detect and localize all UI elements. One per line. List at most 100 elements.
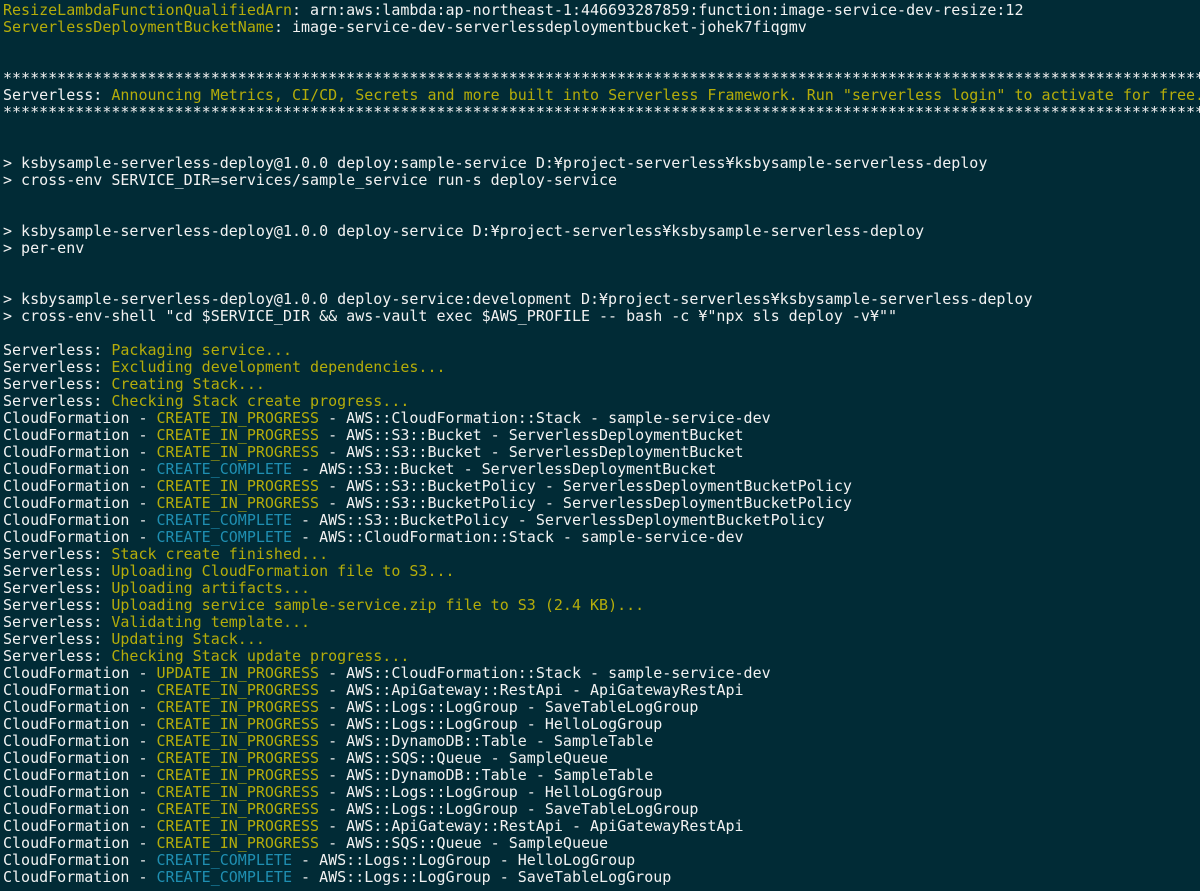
terminal-output[interactable]: ResizeLambdaFunctionQualifiedArn: arn:aw… bbox=[0, 0, 1200, 891]
terminal-text-segment: - AWS::ApiGateway::RestApi - ApiGatewayR… bbox=[319, 681, 744, 699]
terminal-text-segment: Excluding development dependencies... bbox=[111, 358, 446, 376]
terminal-line: CloudFormation - CREATE_COMPLETE - AWS::… bbox=[3, 869, 1200, 886]
terminal-line: Serverless: Excluding development depend… bbox=[3, 359, 1200, 376]
terminal-text-segment: CloudFormation - bbox=[3, 749, 157, 767]
terminal-text-segment: - AWS::S3::BucketPolicy - ServerlessDepl… bbox=[292, 511, 825, 529]
terminal-text-segment: - AWS::CloudFormation::Stack - sample-se… bbox=[319, 664, 771, 682]
terminal-text-segment: - AWS::CloudFormation::Stack - sample-se… bbox=[319, 409, 771, 427]
terminal-text-segment: - AWS::SQS::Queue - SampleQueue bbox=[319, 749, 609, 767]
terminal-text-segment: > per-env bbox=[3, 239, 85, 257]
terminal-text-segment: CloudFormation - bbox=[3, 698, 157, 716]
terminal-line: CloudFormation - CREATE_IN_PROGRESS - AW… bbox=[3, 699, 1200, 716]
terminal-line: CloudFormation - CREATE_COMPLETE - AWS::… bbox=[3, 461, 1200, 478]
terminal-line: Serverless: Checking Stack create progre… bbox=[3, 393, 1200, 410]
terminal-text-segment: CloudFormation - bbox=[3, 426, 157, 444]
terminal-line: > ksbysample-serverless-deploy@1.0.0 dep… bbox=[3, 223, 1200, 240]
terminal-text-segment: > ksbysample-serverless-deploy@1.0.0 dep… bbox=[3, 154, 988, 172]
terminal-text-segment: Validating template... bbox=[111, 613, 311, 631]
terminal-text-segment: Serverless: bbox=[3, 545, 112, 563]
terminal-line: CloudFormation - CREATE_IN_PROGRESS - AW… bbox=[3, 733, 1200, 750]
terminal-text-segment: CloudFormation - bbox=[3, 783, 157, 801]
terminal-line: Serverless: Announcing Metrics, CI/CD, S… bbox=[3, 87, 1200, 104]
terminal-text-segment: ****************************************… bbox=[3, 69, 1200, 87]
terminal-text-segment: Serverless: bbox=[3, 358, 112, 376]
terminal-line: CloudFormation - CREATE_IN_PROGRESS - AW… bbox=[3, 444, 1200, 461]
terminal-line: Serverless: Creating Stack... bbox=[3, 376, 1200, 393]
terminal-text-segment: CREATE_IN_PROGRESS bbox=[156, 494, 320, 512]
terminal-line: Serverless: Checking Stack update progre… bbox=[3, 648, 1200, 665]
terminal-text-segment: : image-service-dev-serverlessdeployment… bbox=[273, 18, 807, 36]
terminal-text-segment: CloudFormation - bbox=[3, 800, 157, 818]
terminal-line: CloudFormation - CREATE_IN_PROGRESS - AW… bbox=[3, 801, 1200, 818]
terminal-text-segment: CREATE_IN_PROGRESS bbox=[156, 698, 320, 716]
terminal-line: CloudFormation - CREATE_COMPLETE - AWS::… bbox=[3, 529, 1200, 546]
terminal-line: CloudFormation - CREATE_IN_PROGRESS - AW… bbox=[3, 750, 1200, 767]
terminal-text-segment: CREATE_IN_PROGRESS bbox=[156, 749, 320, 767]
terminal-text-segment: Checking Stack update progress... bbox=[111, 647, 410, 665]
terminal-text-segment: > ksbysample-serverless-deploy@1.0.0 dep… bbox=[3, 222, 925, 240]
terminal-text-segment: Serverless: bbox=[3, 579, 112, 597]
terminal-text-segment: Uploading CloudFormation file to S3... bbox=[111, 562, 455, 580]
terminal-line: > cross-env SERVICE_DIR=services/sample_… bbox=[3, 172, 1200, 189]
terminal-text-segment: CloudFormation - bbox=[3, 494, 157, 512]
terminal-text-segment: - AWS::SQS::Queue - SampleQueue bbox=[319, 834, 609, 852]
terminal-text-segment: CREATE_IN_PROGRESS bbox=[156, 766, 320, 784]
terminal-text-segment: CREATE_IN_PROGRESS bbox=[156, 715, 320, 733]
terminal-text-segment: - AWS::Logs::LogGroup - HelloLogGroup bbox=[292, 851, 636, 869]
terminal-line: ServerlessDeploymentBucketName: image-se… bbox=[3, 19, 1200, 36]
terminal-text-segment: - AWS::DynamoDB::Table - SampleTable bbox=[319, 732, 654, 750]
terminal-text-segment: CloudFormation - bbox=[3, 868, 157, 886]
terminal-text-segment: CloudFormation - bbox=[3, 664, 157, 682]
terminal-text-segment: Uploading service sample-service.zip fil… bbox=[111, 596, 645, 614]
terminal-line: CloudFormation - CREATE_IN_PROGRESS - AW… bbox=[3, 784, 1200, 801]
terminal-line: > per-env bbox=[3, 240, 1200, 257]
terminal-text-segment: Announcing Metrics, CI/CD, Secrets and m… bbox=[111, 86, 1200, 104]
terminal-text-segment: CREATE_IN_PROGRESS bbox=[156, 817, 320, 835]
terminal-line: CloudFormation - CREATE_IN_PROGRESS - AW… bbox=[3, 495, 1200, 512]
terminal-text-segment: CREATE_COMPLETE bbox=[156, 528, 292, 546]
terminal-text-segment: CloudFormation - bbox=[3, 409, 157, 427]
terminal-line: Serverless: Updating Stack... bbox=[3, 631, 1200, 648]
terminal-text-segment: > cross-env SERVICE_DIR=services/sample_… bbox=[3, 171, 618, 189]
terminal-text-segment: CloudFormation - bbox=[3, 715, 157, 733]
terminal-text-segment: - AWS::ApiGateway::RestApi - ApiGatewayR… bbox=[319, 817, 744, 835]
terminal-text-segment: CloudFormation - bbox=[3, 443, 157, 461]
terminal-text-segment: CREATE_IN_PROGRESS bbox=[156, 783, 320, 801]
terminal-text-segment: Uploading artifacts... bbox=[111, 579, 311, 597]
terminal-text-segment: CREATE_IN_PROGRESS bbox=[156, 426, 320, 444]
terminal-text-segment: CREATE_IN_PROGRESS bbox=[156, 443, 320, 461]
terminal-text-segment: - AWS::S3::Bucket - ServerlessDeployment… bbox=[292, 460, 717, 478]
terminal-text-segment: CREATE_IN_PROGRESS bbox=[156, 800, 320, 818]
terminal-line: Serverless: Uploading CloudFormation fil… bbox=[3, 563, 1200, 580]
terminal-text-segment: CREATE_IN_PROGRESS bbox=[156, 409, 320, 427]
terminal-text-segment: CloudFormation - bbox=[3, 834, 157, 852]
terminal-line: > cross-env-shell "cd $SERVICE_DIR && aw… bbox=[3, 308, 1200, 325]
terminal-text-segment: Updating Stack... bbox=[111, 630, 265, 648]
terminal-line: CloudFormation - UPDATE_IN_PROGRESS - AW… bbox=[3, 665, 1200, 682]
terminal-text-segment: Stack create finished... bbox=[111, 545, 329, 563]
terminal-text-segment: - AWS::CloudFormation::Stack - sample-se… bbox=[292, 528, 744, 546]
terminal-text-segment: Serverless: bbox=[3, 341, 112, 359]
terminal-text-segment: - AWS::DynamoDB::Table - SampleTable bbox=[319, 766, 654, 784]
terminal-text-segment: CloudFormation - bbox=[3, 528, 157, 546]
terminal-text-segment: Serverless: bbox=[3, 596, 112, 614]
terminal-text-segment: Serverless: bbox=[3, 630, 112, 648]
terminal-text-segment: CREATE_COMPLETE bbox=[156, 868, 292, 886]
terminal-text-segment: - AWS::S3::Bucket - ServerlessDeployment… bbox=[319, 443, 744, 461]
terminal-text-segment: Checking Stack create progress... bbox=[111, 392, 410, 410]
terminal-text-segment: ResizeLambdaFunctionQualifiedArn bbox=[3, 1, 292, 19]
terminal-line: ResizeLambdaFunctionQualifiedArn: arn:aw… bbox=[3, 2, 1200, 19]
terminal-line: CloudFormation - CREATE_IN_PROGRESS - AW… bbox=[3, 478, 1200, 495]
terminal-line: Serverless: Validating template... bbox=[3, 614, 1200, 631]
terminal-text-segment: CREATE_IN_PROGRESS bbox=[156, 477, 320, 495]
terminal-text-segment: Packaging service... bbox=[111, 341, 292, 359]
terminal-text-segment: - AWS::S3::BucketPolicy - ServerlessDepl… bbox=[319, 477, 852, 495]
terminal-line: CloudFormation - CREATE_IN_PROGRESS - AW… bbox=[3, 767, 1200, 784]
